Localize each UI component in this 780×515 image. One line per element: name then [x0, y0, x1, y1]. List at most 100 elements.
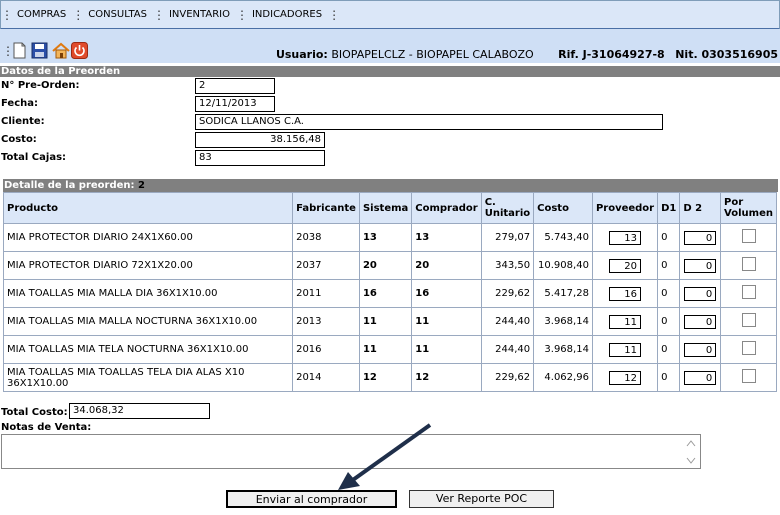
- nit-text: Nit. 0303516905: [675, 48, 778, 61]
- detalle-header-label: Detalle de la preorden:: [4, 180, 135, 191]
- annotation-arrow: [338, 423, 432, 490]
- por-volumen-checkbox[interactable]: [741, 285, 756, 299]
- cell-c-unitario: 229,62: [480, 279, 535, 308]
- save-icon[interactable]: [31, 42, 48, 59]
- cell-fabricante: 2038: [292, 223, 360, 252]
- col-c-unitario: C. Unitario: [480, 192, 535, 224]
- cell-d2-input[interactable]: 0: [684, 370, 717, 385]
- cell-d2: 0: [679, 307, 722, 336]
- cell-proveedor: 16: [591, 279, 659, 308]
- cell-d2: 0: [679, 335, 722, 364]
- col-d2: D 2: [679, 192, 722, 224]
- cell-comprador: 13: [411, 223, 482, 252]
- cell-comprador: 11: [411, 335, 482, 364]
- cell-c-unitario: 244,40: [480, 335, 535, 364]
- numero-field[interactable]: 2: [195, 78, 275, 94]
- cell-d2-input[interactable]: 0: [684, 342, 717, 357]
- cell-proveedor-input[interactable]: 20: [609, 258, 642, 273]
- por-volumen-checkbox[interactable]: [741, 313, 756, 327]
- cajas-label: Total Cajas:: [1, 152, 67, 163]
- cell-costo: 5.417,28: [533, 279, 593, 308]
- col-sistema: Sistema: [358, 192, 413, 224]
- menu-separator: ⋮: [152, 7, 165, 22]
- total-costo-field[interactable]: 34.068,32: [69, 403, 210, 419]
- power-icon[interactable]: [71, 42, 88, 59]
- por-volumen-checkbox[interactable]: [741, 369, 756, 383]
- fecha-field[interactable]: 12/11/2013: [195, 96, 275, 112]
- menu-item-consultas[interactable]: CONSULTAS: [82, 9, 153, 20]
- menu-item-inventario[interactable]: INVENTARIO: [163, 9, 236, 20]
- user-value: BIOPAPELCLZ - BIOPAPEL CALABOZO: [331, 48, 534, 61]
- cell-sistema: 12: [358, 363, 413, 392]
- cell-d2-input[interactable]: 0: [684, 314, 717, 329]
- cell-costo: 10.908,40: [533, 251, 593, 280]
- total-costo-label: Total Costo:: [1, 407, 68, 418]
- cell-por-volumen: [720, 335, 777, 364]
- table-row: MIA TOALLAS MIA TELA NOCTURNA 36X1X10.00…: [2, 335, 777, 364]
- menu-item-indicadores[interactable]: INDICADORES: [246, 9, 328, 20]
- toolbar-icons: ⋮: [2, 42, 88, 59]
- cell-proveedor-input[interactable]: 13: [609, 230, 642, 245]
- costo-field[interactable]: 38.156,48: [195, 132, 325, 148]
- costo-label: Costo:: [1, 134, 37, 145]
- home-icon[interactable]: [51, 42, 70, 59]
- cell-comprador: 16: [411, 279, 482, 308]
- cell-sistema: 13: [358, 223, 413, 252]
- menu-separator: ⋮: [235, 7, 248, 22]
- cell-sistema: 11: [358, 307, 413, 336]
- cell-d2: 0: [679, 223, 722, 252]
- cell-proveedor-input[interactable]: 12: [609, 370, 642, 385]
- table-header-row: Producto Fabricante Sistema Comprador C.…: [2, 192, 777, 224]
- cell-d1: 0: [657, 251, 681, 280]
- cell-c-unitario: 229,62: [480, 363, 535, 392]
- cell-comprador: 12: [411, 363, 482, 392]
- new-document-icon[interactable]: [11, 42, 28, 59]
- col-fabricante: Fabricante: [292, 192, 360, 224]
- por-volumen-checkbox[interactable]: [741, 229, 756, 243]
- table-row: MIA PROTECTOR DIARIO 72X1X20.00 2037 20 20 3…: [2, 251, 777, 280]
- notas-scrollbar[interactable]: [684, 437, 698, 467]
- menu-separator: ⋮: [328, 7, 341, 22]
- menu-item-compras[interactable]: COMPRAS: [11, 9, 72, 20]
- cell-por-volumen: [720, 279, 777, 308]
- user-info: Usuario: BIOPAPELCLZ - BIOPAPEL CALABOZO…: [276, 48, 778, 61]
- detalle-header-num: 2: [138, 180, 145, 191]
- cell-d1: 0: [657, 363, 681, 392]
- cell-costo: 3.968,14: [533, 307, 593, 336]
- fecha-label: Fecha:: [1, 98, 39, 109]
- cell-d1: 0: [657, 335, 681, 364]
- cell-comprador: 11: [411, 307, 482, 336]
- cell-d1: 0: [657, 223, 681, 252]
- por-volumen-checkbox[interactable]: [741, 257, 756, 271]
- cell-producto: MIA TOALLAS MIA MALLA DIA 36X1X10.00: [2, 279, 294, 308]
- cell-fabricante: 2016: [292, 335, 360, 364]
- detail-table: Producto Fabricante Sistema Comprador C.…: [2, 192, 777, 392]
- cell-d1: 0: [657, 279, 681, 308]
- cell-por-volumen: [720, 307, 777, 336]
- cell-proveedor-input[interactable]: 16: [609, 286, 642, 301]
- cajas-field[interactable]: 83: [195, 150, 325, 166]
- table-row: MIA TOALLAS MIA MALLA NOCTURNA 36X1X10.0…: [2, 307, 777, 336]
- cell-c-unitario: 244,40: [480, 307, 535, 336]
- cell-d1: 0: [657, 307, 681, 336]
- cell-sistema: 11: [358, 335, 413, 364]
- cell-fabricante: 2014: [292, 363, 360, 392]
- cell-proveedor: 20: [591, 251, 659, 280]
- cell-d2-input[interactable]: 0: [684, 258, 717, 273]
- cell-proveedor-input[interactable]: 11: [609, 342, 642, 357]
- toolbar-grip: ⋮: [2, 43, 14, 58]
- por-volumen-checkbox[interactable]: [741, 341, 756, 355]
- cell-d2-input[interactable]: 0: [684, 286, 717, 301]
- cell-costo: 3.968,14: [533, 335, 593, 364]
- cell-d2-input[interactable]: 0: [684, 230, 717, 245]
- cell-producto: MIA TOALLAS MIA MALLA NOCTURNA 36X1X10.0…: [2, 307, 294, 336]
- cell-d2: 0: [679, 363, 722, 392]
- cell-c-unitario: 343,50: [480, 251, 535, 280]
- cell-producto: MIA TOALLAS MIA TELA NOCTURNA 36X1X10.00: [2, 335, 294, 364]
- menu-separator: ⋮: [1, 7, 13, 22]
- cell-producto: MIA TOALLAS MIA TOALLAS TELA DIA ALAS X1…: [2, 363, 294, 392]
- cliente-field[interactable]: SODICA LLANOS C.A.: [195, 114, 663, 130]
- cell-sistema: 16: [358, 279, 413, 308]
- cell-producto: MIA PROTECTOR DIARIO 72X1X20.00: [2, 251, 294, 280]
- cell-proveedor-input[interactable]: 11: [609, 314, 642, 329]
